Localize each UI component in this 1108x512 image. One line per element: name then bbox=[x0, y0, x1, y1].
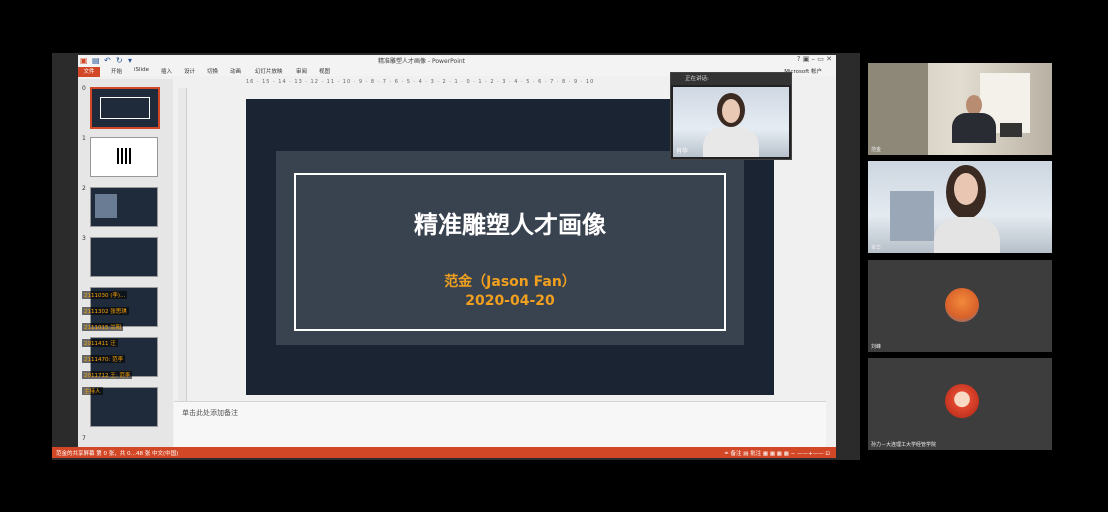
window-title: 精准雕塑人才画像 - PowerPoint bbox=[378, 58, 466, 65]
participant-body bbox=[952, 113, 996, 143]
vertical-ruler bbox=[178, 88, 187, 428]
avatar bbox=[945, 384, 979, 418]
slide-thumbnail-pane[interactable]: 0 1 2 3 7 2111030 (李)... 2111302 张思琪 211… bbox=[78, 79, 173, 447]
status-right[interactable]: ≐ 备注 ▤ 批注 ▦ ▦ ▦ ▦ − ——+—— ⊡ bbox=[724, 449, 830, 457]
tab-home[interactable]: 开始 bbox=[111, 67, 122, 75]
slide-thumbnail[interactable] bbox=[90, 87, 160, 129]
tab-file[interactable]: 文件 bbox=[78, 67, 100, 77]
presentation-date: 2020-04-20 bbox=[465, 293, 555, 309]
notes-pane[interactable]: 单击此处添加备注 bbox=[174, 401, 826, 452]
chat-message: 2111302 张思琪 bbox=[82, 307, 129, 315]
chat-message: 2111030 (李)... bbox=[82, 291, 128, 299]
speaker-face bbox=[722, 99, 740, 123]
participant-tile[interactable]: 范金 bbox=[868, 63, 1052, 155]
tab-insert[interactable]: 插入 bbox=[161, 67, 172, 75]
slide-frame: 精准雕塑人才画像 范金（Jason Fan） 2020-04-20 bbox=[294, 173, 726, 331]
avatar bbox=[945, 288, 979, 322]
participant-tile[interactable]: 刘峰 bbox=[868, 260, 1052, 352]
tab-view[interactable]: 视图 bbox=[319, 67, 330, 75]
participant-name: 肖华 bbox=[871, 245, 882, 251]
office-wall bbox=[868, 63, 928, 155]
chat-message: 2111015 兰阳 bbox=[82, 323, 124, 331]
participant-name: 范金 bbox=[871, 147, 882, 153]
slide-thumbnail[interactable] bbox=[90, 187, 158, 227]
save-icon[interactable]: ▤ bbox=[92, 56, 100, 65]
thumb-number: 0 bbox=[82, 85, 86, 92]
participant-name: 孙力－大连理工大学经管学院 bbox=[871, 442, 937, 448]
status-left: 范金的共享屏幕 第 0 张，共 0…48 张 中文(中国) bbox=[56, 451, 179, 457]
undo-icon[interactable]: ↶ bbox=[104, 56, 111, 65]
status-bar: 范金的共享屏幕 第 0 张，共 0…48 张 中文(中国) ≐ 备注 ▤ 批注 … bbox=[52, 447, 836, 458]
chat-message: 2111470: 范李 bbox=[82, 355, 126, 363]
thumb-number: 7 bbox=[82, 435, 86, 442]
thumb-number: 1 bbox=[82, 135, 86, 142]
speaker-name: 肖华 bbox=[676, 148, 689, 155]
customize-icon[interactable]: ▾ bbox=[128, 56, 132, 65]
thumb-number: 2 bbox=[82, 185, 86, 192]
chat-message: 主持人 bbox=[82, 387, 103, 395]
slide-thumbnail[interactable] bbox=[90, 237, 158, 277]
speaker-video: 肖华 bbox=[673, 87, 789, 157]
participant-body bbox=[934, 217, 1000, 253]
participant-name: 刘峰 bbox=[871, 344, 882, 350]
participant-tile[interactable]: 孙力－大连理工大学经管学院 bbox=[868, 358, 1052, 450]
slide-title: 精准雕塑人才画像 bbox=[414, 211, 606, 239]
title-bar: ▣ ▤ ↶ ↻ ▾ 精准雕塑人才画像 - PowerPoint ? ▣ – ▭ … bbox=[78, 55, 836, 66]
window-controls[interactable]: ? ▣ – ▭ ✕ bbox=[797, 55, 832, 63]
slide-thumbnail[interactable] bbox=[90, 137, 158, 177]
speaking-label: 正在讲话: bbox=[685, 76, 709, 82]
building bbox=[890, 191, 934, 241]
powerpoint-icon: ▣ bbox=[80, 56, 88, 65]
speaker-video-overlay[interactable]: 正在讲话: 肖华 bbox=[670, 72, 792, 160]
speaker-body bbox=[703, 127, 759, 157]
participant-tile[interactable]: 肖华 bbox=[868, 161, 1052, 253]
chat-message: 2011411 汪 bbox=[82, 339, 118, 347]
presenter-name: 范金（Jason Fan） bbox=[444, 274, 576, 290]
tab-islide[interactable]: iSlide bbox=[134, 67, 149, 73]
speaker-header: 正在讲话: bbox=[671, 73, 791, 85]
laptop bbox=[1000, 123, 1022, 137]
participant-face bbox=[966, 95, 982, 115]
chat-message: 2011712 王: 范李 bbox=[82, 371, 133, 379]
redo-icon[interactable]: ↻ bbox=[116, 56, 123, 65]
tab-slideshow[interactable]: 幻灯片放映 bbox=[255, 67, 283, 75]
tab-transitions[interactable]: 切换 bbox=[207, 67, 218, 75]
notes-placeholder: 单击此处添加备注 bbox=[182, 409, 238, 417]
tab-animations[interactable]: 动画 bbox=[230, 67, 241, 75]
thumb-number: 3 bbox=[82, 235, 86, 242]
slide-panel: 精准雕塑人才画像 范金（Jason Fan） 2020-04-20 bbox=[276, 151, 744, 345]
tab-review[interactable]: 审阅 bbox=[296, 67, 307, 75]
tab-design[interactable]: 设计 bbox=[184, 67, 195, 75]
participant-face bbox=[954, 173, 978, 205]
